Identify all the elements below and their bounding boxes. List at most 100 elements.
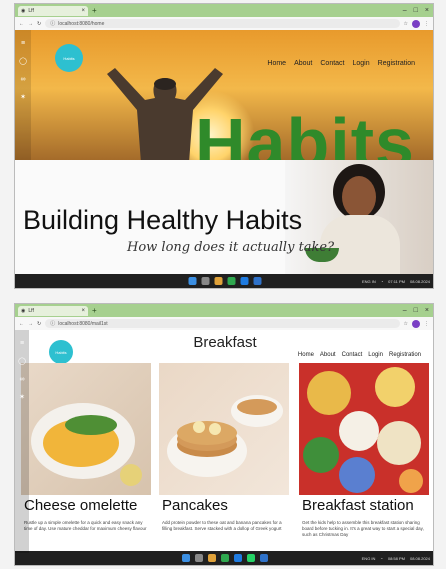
- user-icon[interactable]: ◯: [18, 358, 26, 366]
- back-icon[interactable]: ←: [19, 21, 24, 27]
- recipe-description: Add protein powder to these oat and bana…: [162, 520, 282, 531]
- forward-icon[interactable]: →: [28, 21, 33, 27]
- start-icon[interactable]: [182, 554, 190, 562]
- hero-habits-word: Habits: [195, 104, 415, 160]
- recipe-title: Pancakes: [162, 497, 228, 514]
- close-window-icon[interactable]: ×: [425, 307, 429, 314]
- link-icon[interactable]: ∞: [19, 76, 27, 84]
- language-indicator[interactable]: ENG IN: [362, 279, 376, 284]
- nav-contact[interactable]: Contact: [320, 60, 344, 67]
- nav-login[interactable]: Login: [368, 352, 383, 358]
- windows-taskbar: ENG IN ◔ 07:11 PM 08.08.2024: [15, 274, 433, 288]
- maximize-icon[interactable]: □: [414, 307, 418, 314]
- breakfast-station-image: [299, 363, 429, 495]
- new-tab-icon[interactable]: +: [92, 306, 97, 315]
- bookmark-star-icon[interactable]: ☆: [404, 21, 408, 27]
- settings-icon[interactable]: ✶: [19, 94, 27, 102]
- intro-section: Building Healthy Habits How long does it…: [15, 160, 433, 274]
- window-controls: – □ ×: [403, 307, 433, 314]
- nav-home[interactable]: Home: [298, 352, 314, 358]
- edge-icon[interactable]: [240, 277, 249, 285]
- hero-banner: Habits Home About Contact Login Registra…: [15, 30, 433, 160]
- clock-date[interactable]: 08.08.2024: [410, 279, 430, 284]
- url-field[interactable]: ⓘ localhost:8080/mail1st: [45, 319, 400, 328]
- hamburger-menu-icon[interactable]: ≡: [18, 340, 26, 348]
- bookmark-star-icon[interactable]: ☆: [404, 321, 408, 327]
- link-icon[interactable]: ∞: [18, 376, 26, 384]
- close-tab-icon[interactable]: ×: [81, 308, 85, 314]
- url-text: localhost:8080/mail1st: [58, 320, 108, 327]
- clock-time[interactable]: 07:11 PM: [388, 279, 405, 284]
- nav-login[interactable]: Login: [353, 60, 370, 67]
- address-bar: ← → ↻ ⓘ localhost:8080/mail1st ☆ ⋮: [15, 317, 433, 331]
- browser-tab[interactable]: ◉ Lff ×: [18, 305, 88, 316]
- search-icon[interactable]: [201, 277, 210, 285]
- whatsapp-icon[interactable]: [247, 554, 255, 562]
- tab-title: Lff: [28, 307, 34, 314]
- page-title: Building Healthy Habits: [23, 205, 303, 235]
- search-icon[interactable]: [195, 554, 203, 562]
- windows-taskbar: ENG IN ◔ 08:58 PM 08.08.2024: [15, 551, 433, 565]
- browser-tabbar: ◉ Lff × + – □ ×: [15, 304, 433, 317]
- screenshot-home: ◉ Lff × + – □ × ← → ↻ ⓘ localhost:8080/h…: [14, 3, 434, 289]
- reload-icon[interactable]: ↻: [37, 21, 41, 27]
- nav-about[interactable]: About: [294, 60, 312, 67]
- hamburger-menu-icon[interactable]: ≡: [19, 40, 27, 48]
- nav-registration[interactable]: Registration: [389, 352, 421, 358]
- page-title: Breakfast: [193, 334, 257, 351]
- nav-registration[interactable]: Registration: [378, 60, 415, 67]
- nav-contact[interactable]: Contact: [342, 352, 363, 358]
- page-subtitle: How long does it actually take?: [127, 240, 335, 255]
- close-window-icon[interactable]: ×: [425, 7, 429, 14]
- vscode-icon[interactable]: [253, 277, 262, 285]
- menu-dots-icon[interactable]: ⋮: [424, 21, 429, 27]
- maximize-icon[interactable]: □: [414, 7, 418, 14]
- recipe-description: Rustle up a simple omelette for a quick …: [24, 520, 147, 531]
- new-tab-icon[interactable]: +: [92, 6, 97, 15]
- edge-icon[interactable]: [234, 554, 242, 562]
- taskbar-apps: [188, 277, 262, 285]
- back-icon[interactable]: ←: [19, 321, 24, 327]
- browser-tab[interactable]: ◉ Lff ×: [18, 5, 88, 16]
- main-nav: Home About Contact Login Registration: [267, 60, 415, 67]
- profile-avatar[interactable]: [412, 319, 420, 328]
- site-info-icon[interactable]: ⓘ: [50, 20, 55, 27]
- taskbar-apps: [182, 554, 268, 562]
- profile-avatar[interactable]: [412, 19, 420, 28]
- explorer-icon[interactable]: [208, 554, 216, 562]
- url-field[interactable]: ⓘ localhost:8080/home: [45, 19, 400, 28]
- nav-about[interactable]: About: [320, 352, 336, 358]
- favicon-icon: ◉: [21, 7, 26, 14]
- address-bar: ← → ↻ ⓘ localhost:8080/home ☆ ⋮: [15, 17, 433, 31]
- settings-icon[interactable]: ✶: [18, 394, 26, 402]
- explorer-icon[interactable]: [214, 277, 223, 285]
- clock-time[interactable]: 08:58 PM: [388, 556, 405, 561]
- recipe-cards: Cheese omelette Rustle up a simple omele…: [15, 363, 433, 553]
- wifi-icon[interactable]: ◔: [380, 556, 382, 561]
- forward-icon[interactable]: →: [28, 321, 33, 327]
- clock-date[interactable]: 08.08.2024: [410, 556, 430, 561]
- language-indicator[interactable]: ENG IN: [362, 556, 376, 561]
- user-icon[interactable]: ◯: [19, 58, 27, 66]
- recipe-card-breakfast-station[interactable]: Breakfast station Get the kids help to a…: [299, 363, 429, 553]
- chrome-icon[interactable]: [221, 554, 229, 562]
- recipe-card-omelette[interactable]: Cheese omelette Rustle up a simple omele…: [21, 363, 151, 553]
- vscode-icon[interactable]: [260, 554, 268, 562]
- reload-icon[interactable]: ↻: [37, 321, 41, 327]
- site-logo[interactable]: Habits: [55, 44, 83, 72]
- window-controls: – □ ×: [403, 7, 433, 14]
- menu-dots-icon[interactable]: ⋮: [424, 321, 429, 327]
- chrome-icon[interactable]: [227, 277, 236, 285]
- nav-home[interactable]: Home: [267, 60, 286, 67]
- site-info-icon[interactable]: ⓘ: [50, 320, 55, 327]
- recipe-title: Cheese omelette: [24, 497, 138, 514]
- recipe-card-pancakes[interactable]: Pancakes Add protein powder to these oat…: [159, 363, 289, 553]
- start-icon[interactable]: [188, 277, 197, 285]
- recipe-description: Get the kids help to assemble this break…: [302, 520, 424, 537]
- minimize-icon[interactable]: –: [403, 7, 407, 14]
- minimize-icon[interactable]: –: [403, 307, 407, 314]
- close-tab-icon[interactable]: ×: [81, 8, 85, 14]
- recipe-title: Breakfast station: [302, 497, 414, 514]
- logo-text: Habits: [63, 55, 75, 61]
- wifi-icon[interactable]: ◔: [381, 279, 383, 284]
